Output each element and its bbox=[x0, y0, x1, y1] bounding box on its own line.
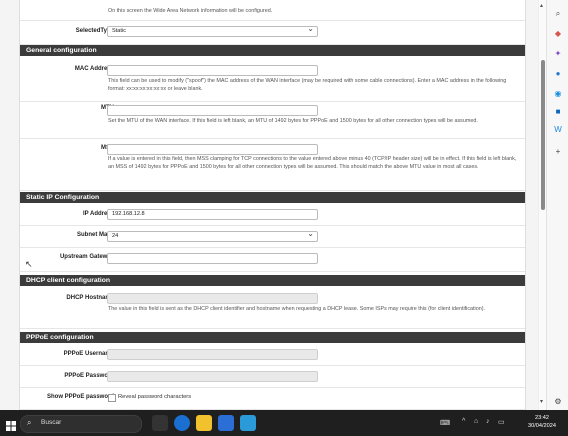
clock-time: 23:42 bbox=[535, 415, 549, 421]
task-view-icon[interactable] bbox=[152, 415, 168, 431]
app-icon[interactable] bbox=[240, 415, 256, 431]
taskbar-clock[interactable]: 23:42 30/04/2024 bbox=[528, 414, 556, 430]
general-config-header: General configuration bbox=[20, 45, 525, 56]
intro-text: On this screen the Wide Area Network inf… bbox=[108, 8, 273, 14]
edge-browser-icon[interactable] bbox=[174, 415, 190, 431]
subnet-value: 24 bbox=[112, 233, 119, 239]
mouse-cursor-icon: ↖ bbox=[25, 259, 33, 269]
mtu-help: Set the MTU of the WAN interface. If thi… bbox=[108, 118, 478, 124]
settings-gear-icon[interactable]: ⚙ bbox=[552, 396, 564, 408]
show-password-checkbox-label: Reveal password characters bbox=[118, 394, 192, 400]
subnet-row: Subnet Mask 24 bbox=[20, 225, 525, 248]
mtu-row: MTU Set the MTU of the WAN interface. If… bbox=[20, 101, 525, 139]
pppoe-password-row: PPPoE Password bbox=[20, 365, 525, 388]
browser-sidebar: ⌕ ◆ ✦ ● ◉ ■ W + ⚙ bbox=[546, 0, 568, 410]
network-icon[interactable]: ⌂ bbox=[474, 418, 478, 425]
scroll-down-icon[interactable]: ▾ bbox=[540, 398, 543, 405]
subnet-select[interactable]: 24 bbox=[107, 229, 318, 242]
search-icon[interactable]: ⌕ bbox=[552, 8, 564, 20]
dhcp-hostname-input[interactable] bbox=[107, 293, 318, 304]
pppoe-username-row: PPPoE Username bbox=[20, 343, 525, 366]
show-password-checkbox[interactable] bbox=[108, 394, 116, 402]
word-icon[interactable]: W bbox=[552, 124, 564, 136]
person-icon[interactable]: ● bbox=[552, 68, 564, 80]
dhcp-header: DHCP client configuration bbox=[20, 275, 525, 286]
tag-icon[interactable]: ◆ bbox=[552, 28, 564, 40]
windows-start-icon[interactable] bbox=[6, 418, 16, 431]
selected-type-value: Static bbox=[112, 28, 126, 34]
gateway-row: Upstream Gateway ↖ bbox=[20, 247, 525, 272]
gateway-label: Upstream Gateway bbox=[59, 254, 114, 260]
wizard-panel: On this screen the Wide Area Network inf… bbox=[19, 0, 526, 410]
taskbar-search-placeholder: Buscar bbox=[41, 419, 62, 426]
selected-type-select[interactable]: Static bbox=[107, 24, 318, 37]
ip-input[interactable]: 192.168.12.8 bbox=[107, 209, 318, 220]
copilot-icon[interactable]: ◉ bbox=[552, 88, 564, 100]
mac-help: This field can be used to modify ("spoof… bbox=[108, 78, 507, 92]
volume-icon[interactable]: ♪ bbox=[486, 418, 490, 425]
show-password-row: Show PPPoE password Reveal password char… bbox=[20, 387, 525, 410]
dhcp-hostname-help: The value in this field is sent as the D… bbox=[108, 306, 486, 312]
tray-chevron-icon[interactable]: ^ bbox=[462, 418, 465, 425]
mss-row: MSS If a value is entered in this field,… bbox=[20, 138, 525, 191]
pppoe-header: PPPoE configuration bbox=[20, 332, 525, 343]
file-explorer-icon[interactable] bbox=[196, 415, 212, 431]
scrollbar-thumb[interactable] bbox=[541, 60, 545, 210]
search-magnifier-icon: ⌕ bbox=[27, 418, 32, 427]
scroll-up-icon[interactable]: ▴ bbox=[540, 2, 543, 9]
show-password-label: Show PPPoE password bbox=[46, 394, 114, 400]
selected-type-row: SelectedType Static bbox=[20, 20, 525, 45]
taskbar-search-box[interactable]: ⌕ Buscar bbox=[20, 415, 142, 433]
gateway-input[interactable] bbox=[107, 253, 318, 264]
outlook-icon[interactable]: ■ bbox=[552, 106, 564, 118]
pppoe-password-input[interactable] bbox=[107, 371, 318, 382]
battery-icon[interactable]: ▭ bbox=[498, 418, 505, 426]
mss-help: If a value is entered in this field, the… bbox=[108, 156, 517, 170]
mac-input[interactable] bbox=[107, 65, 318, 76]
dhcp-hostname-row: DHCP Hostname The value in this field is… bbox=[20, 286, 525, 329]
store-icon[interactable] bbox=[218, 415, 234, 431]
tools-icon[interactable]: ✦ bbox=[552, 48, 564, 60]
add-icon[interactable]: + bbox=[552, 146, 564, 158]
browser-content: On this screen the Wide Area Network inf… bbox=[0, 0, 538, 410]
pppoe-username-input[interactable] bbox=[107, 349, 318, 360]
ip-row: IP Address 192.168.12.8 bbox=[20, 203, 525, 226]
windows-taskbar: ⌕ Buscar ⌨ ^ ⌂ ♪ ▭ 23:42 30/04/2024 bbox=[0, 410, 568, 436]
clock-date: 30/04/2024 bbox=[528, 423, 556, 429]
mac-row: MAC Address This field can be used to mo… bbox=[20, 56, 525, 102]
keyboard-icon[interactable]: ⌨ bbox=[440, 419, 450, 427]
intro-row: On this screen the Wide Area Network inf… bbox=[20, 0, 525, 21]
static-ip-header: Static IP Configuration bbox=[20, 192, 525, 203]
mss-input[interactable] bbox=[107, 144, 318, 155]
mtu-input[interactable] bbox=[107, 105, 318, 116]
